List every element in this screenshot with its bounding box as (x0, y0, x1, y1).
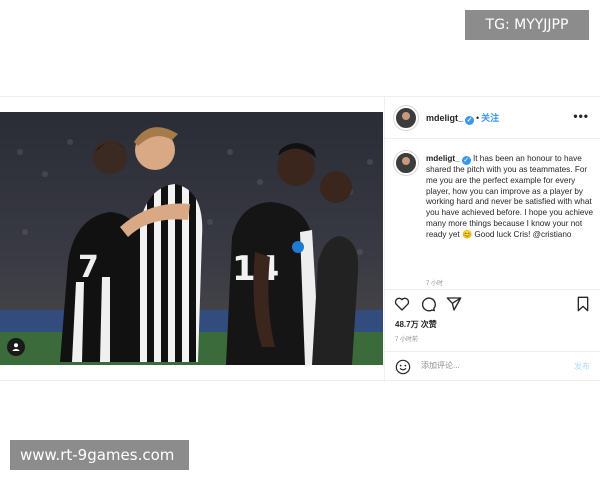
post-comment-button[interactable]: 发布 (574, 361, 590, 372)
action-bar (385, 289, 600, 313)
football-players-image: 7 14 (0, 112, 383, 365)
verified-badge-icon: ✓ (465, 116, 475, 125)
post-header: mdeligt_ ✓ • 关注 ••• (385, 97, 600, 139)
share-icon[interactable] (446, 296, 462, 312)
likes-count[interactable]: 48.7万 次赞 (395, 319, 437, 330)
caption-text-block: mdeligt_ ✓ It has been an honour to have … (426, 154, 594, 241)
separator-dot: • (476, 113, 480, 123)
follow-button[interactable]: 关注 (481, 113, 499, 123)
emoji-icon[interactable] (395, 359, 411, 375)
more-options-icon[interactable]: ••• (573, 109, 589, 123)
avatar[interactable] (394, 106, 418, 130)
post-author: mdeligt_ ✓ • 关注 (426, 111, 499, 125)
heart-icon[interactable] (394, 296, 410, 312)
website-watermark: www.rt-9games.com (10, 440, 189, 470)
verified-badge-icon: ✓ (461, 156, 471, 165)
caption-time: 7 小时 (426, 281, 444, 287)
comment-input[interactable] (421, 361, 551, 370)
comment-bar: 发布 (385, 351, 600, 382)
comment-icon[interactable] (420, 296, 436, 312)
username-link[interactable]: mdeligt_ (426, 113, 463, 123)
post-time: 7 小时前 (395, 337, 419, 343)
caption-avatar[interactable] (394, 151, 418, 175)
post-side-panel: mdeligt_ ✓ • 关注 ••• mdeligt_ ✓ It has been a… (384, 97, 600, 382)
post-photo[interactable]: 7 14 (0, 112, 383, 365)
user-tag-icon[interactable] (7, 338, 25, 356)
screenshot: 7 14 (0, 0, 600, 480)
caption: mdeligt_ ✓ It has been an honour to have … (385, 140, 600, 288)
telegram-watermark: TG: MYYJJPP (465, 10, 589, 40)
caption-username[interactable]: mdeligt_ (426, 154, 460, 163)
instagram-post: 7 14 (0, 96, 600, 382)
bookmark-icon[interactable] (575, 296, 591, 312)
caption-text: It has been an honour to have shared the… (426, 154, 594, 239)
svg-text:7: 7 (78, 250, 99, 285)
